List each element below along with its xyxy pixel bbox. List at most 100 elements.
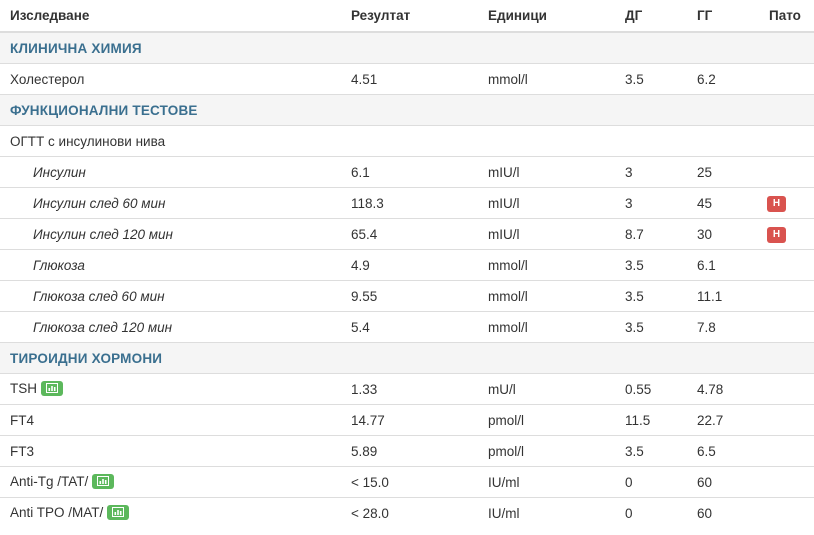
test-name: Инсулин след 120 мин xyxy=(0,218,341,250)
chart-icon xyxy=(112,506,125,517)
section-row: ФУНКЦИОНАЛНИ ТЕСТОВЕ xyxy=(0,94,814,126)
table-row: Глюкоза след 120 мин 5.4 mmol/l 3.5 7.8 xyxy=(0,311,814,343)
header-patho: Пато xyxy=(759,0,814,33)
test-low: 3 xyxy=(615,187,687,219)
section-row: ТИРОИДНИ ХОРМОНИ xyxy=(0,342,814,374)
test-name: Глюкоза xyxy=(0,249,341,281)
test-low: 0.55 xyxy=(615,373,687,405)
table-header: Изследване Резултат Единици ДГ ГГ Пато xyxy=(0,0,814,33)
chart-button[interactable] xyxy=(107,504,130,520)
test-name: Глюкоза след 60 мин xyxy=(0,280,341,312)
test-units: pmol/l xyxy=(478,435,615,467)
header-units: Единици xyxy=(478,0,615,33)
chart-button[interactable] xyxy=(92,473,115,489)
test-units: mmol/l xyxy=(478,249,615,281)
test-result: < 15.0 xyxy=(341,466,478,498)
test-high: 11.1 xyxy=(687,280,759,312)
test-high: 22.7 xyxy=(687,404,759,436)
table-row: Anti TPO /MAT/ < 28.0 IU/ml 0 60 xyxy=(0,497,814,528)
results-table: Изследване Резултат Единици ДГ ГГ Пато К… xyxy=(0,0,814,528)
section-title: ФУНКЦИОНАЛНИ ТЕСТОВЕ xyxy=(0,94,814,126)
test-result: < 28.0 xyxy=(341,497,478,528)
test-low: 3.5 xyxy=(615,63,687,95)
header-result: Резултат xyxy=(341,0,478,33)
test-high: 7.8 xyxy=(687,311,759,343)
chart-icon xyxy=(46,382,58,393)
test-low: 3.5 xyxy=(615,311,687,343)
test-low: 3.5 xyxy=(615,435,687,467)
test-high: 4.78 xyxy=(687,373,759,405)
test-result: 9.55 xyxy=(341,280,478,312)
table-row: Глюкоза след 60 мин 9.55 mmol/l 3.5 11.1 xyxy=(0,280,814,312)
test-name: FT3 xyxy=(0,435,341,467)
test-low: 3.5 xyxy=(615,280,687,312)
header-high: ГГ xyxy=(687,0,759,33)
test-patho xyxy=(759,435,814,467)
test-low: 8.7 xyxy=(615,218,687,250)
test-result: 5.89 xyxy=(341,435,478,467)
test-name: FT4 xyxy=(0,404,341,436)
test-units: mIU/l xyxy=(478,187,615,219)
test-units: mmol/l xyxy=(478,280,615,312)
test-high: 30 xyxy=(687,218,759,250)
test-units: IU/ml xyxy=(478,497,615,528)
header-low: ДГ xyxy=(615,0,687,33)
test-name: Anti-Tg /TAT/ xyxy=(10,474,89,490)
test-name: Anti TPO /MAT/ xyxy=(10,505,104,521)
test-name-cell: TSH xyxy=(0,373,341,405)
test-group-name: ОГТТ с инсулинови нива xyxy=(0,125,814,157)
test-units: mIU/l xyxy=(478,156,615,188)
table-row: Инсулин след 60 мин 118.3 mIU/l 3 45 Н xyxy=(0,187,814,219)
high-flag-badge: Н xyxy=(767,227,786,243)
high-flag-badge: Н xyxy=(767,196,786,212)
test-patho xyxy=(759,311,814,343)
test-patho xyxy=(759,373,814,405)
test-patho xyxy=(759,497,814,528)
test-units: mmol/l xyxy=(478,311,615,343)
table-row: ОГТТ с инсулинови нива xyxy=(0,125,814,157)
test-units: mIU/l xyxy=(478,218,615,250)
test-patho xyxy=(759,404,814,436)
test-name: Холестерол xyxy=(0,63,341,95)
test-result: 4.51 xyxy=(341,63,478,95)
test-name-cell: Anti TPO /MAT/ xyxy=(0,497,341,528)
test-high: 60 xyxy=(687,466,759,498)
table-row: Глюкоза 4.9 mmol/l 3.5 6.1 xyxy=(0,249,814,281)
test-low: 0 xyxy=(615,466,687,498)
test-low: 0 xyxy=(615,497,687,528)
test-result: 4.9 xyxy=(341,249,478,281)
test-units: pmol/l xyxy=(478,404,615,436)
test-low: 3 xyxy=(615,156,687,188)
test-high: 45 xyxy=(687,187,759,219)
table-row: FT3 5.89 pmol/l 3.5 6.5 xyxy=(0,435,814,467)
header-test: Изследване xyxy=(0,0,341,33)
section-row: КЛИНИЧНА ХИМИЯ xyxy=(0,31,814,64)
test-high: 6.2 xyxy=(687,63,759,95)
test-high: 6.1 xyxy=(687,249,759,281)
chart-button[interactable] xyxy=(41,380,63,396)
test-result: 5.4 xyxy=(341,311,478,343)
table-row: Anti-Tg /TAT/ < 15.0 IU/ml 0 60 xyxy=(0,466,814,498)
test-name: Инсулин след 60 мин xyxy=(0,187,341,219)
test-result: 6.1 xyxy=(341,156,478,188)
test-name: Инсулин xyxy=(0,156,341,188)
test-patho xyxy=(759,466,814,498)
test-high: 6.5 xyxy=(687,435,759,467)
test-units: mU/l xyxy=(478,373,615,405)
section-title: КЛИНИЧНА ХИМИЯ xyxy=(0,31,814,64)
test-result: 118.3 xyxy=(341,187,478,219)
test-result: 14.77 xyxy=(341,404,478,436)
test-patho: Н xyxy=(759,218,814,250)
test-high: 25 xyxy=(687,156,759,188)
test-patho xyxy=(759,156,814,188)
test-units: IU/ml xyxy=(478,466,615,498)
test-patho: Н xyxy=(759,187,814,219)
test-patho xyxy=(759,249,814,281)
table-row: Инсулин 6.1 mIU/l 3 25 xyxy=(0,156,814,188)
test-result: 65.4 xyxy=(341,218,478,250)
test-low: 3.5 xyxy=(615,249,687,281)
table-row: FT4 14.77 pmol/l 11.5 22.7 xyxy=(0,404,814,436)
test-patho xyxy=(759,280,814,312)
test-high: 60 xyxy=(687,497,759,528)
test-low: 11.5 xyxy=(615,404,687,436)
